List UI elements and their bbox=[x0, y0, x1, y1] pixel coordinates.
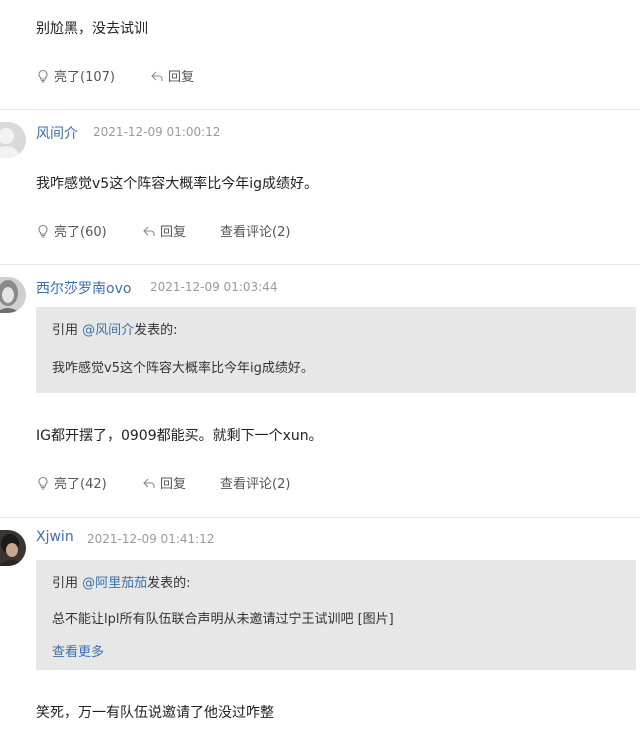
lightbulb-icon bbox=[36, 476, 50, 490]
quote-text: 总不能让lpl所有队伍联合声明从未邀请过宁王试训吧 [图片] bbox=[52, 612, 394, 627]
lightbulb-icon bbox=[36, 69, 50, 83]
like-button[interactable]: 亮了(60) bbox=[36, 221, 107, 240]
quote-prefix: 引用 bbox=[52, 576, 83, 591]
avatar[interactable] bbox=[0, 277, 26, 313]
view-comments-link[interactable]: 查看评论(2) bbox=[220, 473, 290, 492]
reply-button[interactable]: 回复 bbox=[150, 66, 194, 85]
lightbulb-icon bbox=[36, 224, 50, 238]
view-comments-label: 查看评论(2) bbox=[220, 225, 291, 240]
comment-3: 西尔莎罗南ovo 2021-12-09 01:03:44 引用 @风间介发表的:… bbox=[0, 265, 640, 517]
comment-text: 别尬黑，没去试训 bbox=[36, 21, 148, 37]
like-button[interactable]: 亮了(42) bbox=[36, 473, 107, 492]
quote-block: 引用 @风间介发表的: 我咋感觉v5这个阵容大概率比今年ig成绩好。 bbox=[36, 307, 636, 393]
like-label: 亮了(107) bbox=[54, 70, 115, 85]
timestamp: 2021-12-09 01:41:12 bbox=[87, 532, 215, 546]
reply-arrow-icon bbox=[142, 476, 156, 490]
reply-label: 回复 bbox=[168, 70, 195, 85]
quote-header: 引用 @风间介发表的: bbox=[52, 319, 178, 338]
comment-text: IG都开摆了，0909都能买。就剩下一个xun。 bbox=[36, 428, 323, 444]
reply-button[interactable]: 回复 bbox=[142, 473, 186, 492]
quoted-user-link[interactable]: @阿里茄茄 bbox=[82, 576, 147, 591]
like-button[interactable]: 亮了(107) bbox=[36, 66, 115, 85]
username[interactable]: 风间介 bbox=[36, 123, 78, 143]
reply-button[interactable]: 回复 bbox=[142, 221, 186, 240]
comment-text: 笑死，万一有队伍说邀请了他没过咋整 bbox=[36, 705, 274, 721]
view-comments-link[interactable]: 查看评论(2) bbox=[220, 221, 290, 240]
like-label: 亮了(42) bbox=[54, 477, 107, 492]
reply-label: 回复 bbox=[160, 225, 187, 240]
quote-suffix: 发表的: bbox=[147, 576, 191, 591]
quote-header: 引用 @阿里茄茄发表的: bbox=[52, 572, 191, 591]
view-more-link[interactable]: 查看更多 bbox=[52, 641, 104, 660]
avatar[interactable] bbox=[0, 530, 26, 566]
timestamp: 2021-12-09 01:00:12 bbox=[93, 125, 221, 139]
quote-text: 我咋感觉v5这个阵容大概率比今年ig成绩好。 bbox=[52, 361, 314, 376]
view-comments-label: 查看评论(2) bbox=[220, 477, 291, 492]
quoted-user-link[interactable]: @风间介 bbox=[82, 323, 134, 338]
quote-block: 引用 @阿里茄茄发表的: 总不能让lpl所有队伍联合声明从未邀请过宁王试训吧 [… bbox=[36, 560, 636, 670]
username[interactable]: Xjwin bbox=[36, 529, 74, 545]
comment-2: 风间介 2021-12-09 01:00:12 我咋感觉v5这个阵容大概率比今年… bbox=[0, 110, 640, 264]
reply-arrow-icon bbox=[150, 69, 164, 83]
like-label: 亮了(60) bbox=[54, 225, 107, 240]
comment-4: Xjwin 2021-12-09 01:41:12 引用 @阿里茄茄发表的: 总… bbox=[0, 518, 640, 737]
avatar[interactable] bbox=[0, 122, 26, 158]
comment-text: 我咋感觉v5这个阵容大概率比今年ig成绩好。 bbox=[36, 176, 318, 192]
quote-suffix: 发表的: bbox=[134, 323, 178, 338]
quote-prefix: 引用 bbox=[52, 323, 83, 338]
timestamp: 2021-12-09 01:03:44 bbox=[150, 280, 278, 294]
reply-label: 回复 bbox=[160, 477, 187, 492]
reply-arrow-icon bbox=[142, 224, 156, 238]
comment-1: 别尬黑，没去试训 亮了(107) 回复 bbox=[0, 0, 640, 110]
username[interactable]: 西尔莎罗南ovo bbox=[36, 278, 131, 298]
